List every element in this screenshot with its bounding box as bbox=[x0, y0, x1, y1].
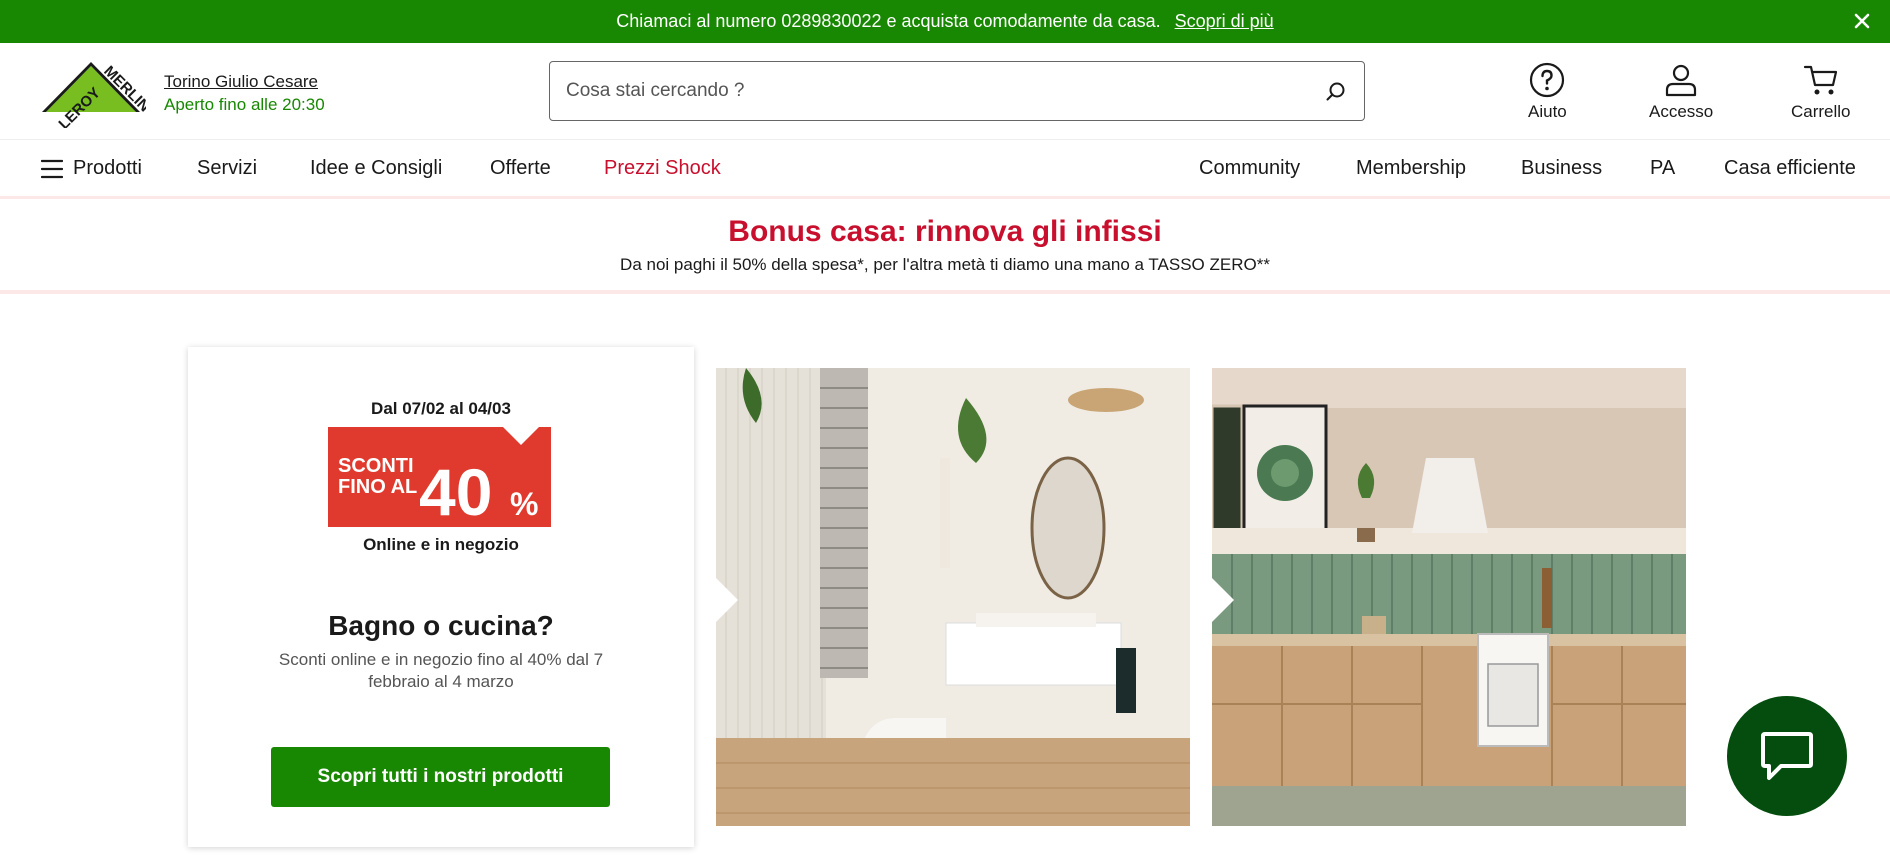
badge-percent: % bbox=[510, 486, 538, 522]
nav-shock-prices[interactable]: Prezzi Shock bbox=[604, 157, 721, 180]
cart-icon bbox=[1803, 65, 1837, 95]
nav-ideas[interactable]: Idee e Consigli bbox=[310, 157, 442, 180]
kitchen-image[interactable] bbox=[1212, 368, 1686, 826]
cart-label: Carrello bbox=[1791, 102, 1851, 121]
chat-button[interactable] bbox=[1727, 696, 1847, 816]
help-icon bbox=[1530, 62, 1565, 98]
discover-products-button[interactable]: Scopri tutti i nostri prodotti bbox=[271, 747, 610, 807]
nav-business[interactable]: Business bbox=[1521, 157, 1602, 180]
nav-membership[interactable]: Membership bbox=[1356, 157, 1466, 180]
nav-community[interactable]: Community bbox=[1199, 157, 1300, 180]
cart-button[interactable]: Carrello bbox=[1791, 61, 1851, 122]
promo-strip[interactable]: Bonus casa: rinnova gli infissi Da noi p… bbox=[0, 199, 1890, 294]
badge-line1: SCONTI bbox=[338, 455, 414, 477]
main-nav: Prodotti Servizi Idee e Consigli Offerte… bbox=[0, 139, 1890, 199]
nav-offers[interactable]: Offerte bbox=[490, 157, 551, 180]
user-icon bbox=[1666, 64, 1697, 97]
search-input[interactable] bbox=[550, 80, 1310, 102]
bathroom-image[interactable] bbox=[716, 368, 1190, 826]
badge-date: Dal 07/02 al 04/03 bbox=[371, 399, 511, 418]
site-header: LEROY MERLIN Torino Giulio Cesare Aperto… bbox=[0, 43, 1890, 139]
help-button[interactable]: Aiuto bbox=[1528, 61, 1567, 122]
account-label: Accesso bbox=[1649, 102, 1714, 121]
discount-badge: SCONTI FINO AL 40 % bbox=[328, 427, 551, 527]
help-label: Aiuto bbox=[1528, 102, 1567, 121]
close-icon[interactable] bbox=[1850, 9, 1874, 33]
store-name[interactable]: Torino Giulio Cesare bbox=[164, 70, 325, 93]
nav-products[interactable]: Prodotti bbox=[73, 157, 142, 180]
nav-services[interactable]: Servizi bbox=[197, 157, 257, 180]
banner-link[interactable]: Scopri di più bbox=[1175, 11, 1274, 32]
badge-footer: Online e in negozio bbox=[363, 535, 519, 554]
brand-logo[interactable]: LEROY MERLIN bbox=[36, 56, 146, 128]
card-text: Sconti online e in negozio fino al 40% d… bbox=[278, 650, 604, 691]
nav-pa[interactable]: PA bbox=[1650, 157, 1675, 180]
top-banner: Chiamaci al numero 0289830022 e acquista… bbox=[0, 0, 1890, 43]
chat-icon bbox=[1761, 732, 1813, 780]
promo-title: Bonus casa: rinnova gli infissi bbox=[728, 215, 1162, 248]
badge-value: 40 bbox=[419, 455, 492, 527]
nav-efficient-home[interactable]: Casa efficiente bbox=[1724, 157, 1856, 180]
store-info: Torino Giulio Cesare Aperto fino alle 20… bbox=[164, 70, 325, 116]
search-icon[interactable] bbox=[1324, 80, 1348, 104]
card-title: Bagno o cucina? bbox=[328, 610, 554, 641]
search-box bbox=[549, 61, 1365, 121]
store-hours: Aperto fino alle 20:30 bbox=[164, 95, 325, 114]
badge-line2: FINO AL bbox=[338, 476, 417, 498]
banner-message: Chiamaci al numero 0289830022 e acquista… bbox=[616, 11, 1161, 31]
account-button[interactable]: Accesso bbox=[1649, 61, 1713, 122]
menu-icon[interactable] bbox=[41, 158, 63, 180]
promo-subtitle: Da noi paghi il 50% della spesa*, per l'… bbox=[620, 255, 1270, 274]
promo-card: Dal 07/02 al 04/03 SCONTI FINO AL 40 % O… bbox=[188, 347, 694, 847]
